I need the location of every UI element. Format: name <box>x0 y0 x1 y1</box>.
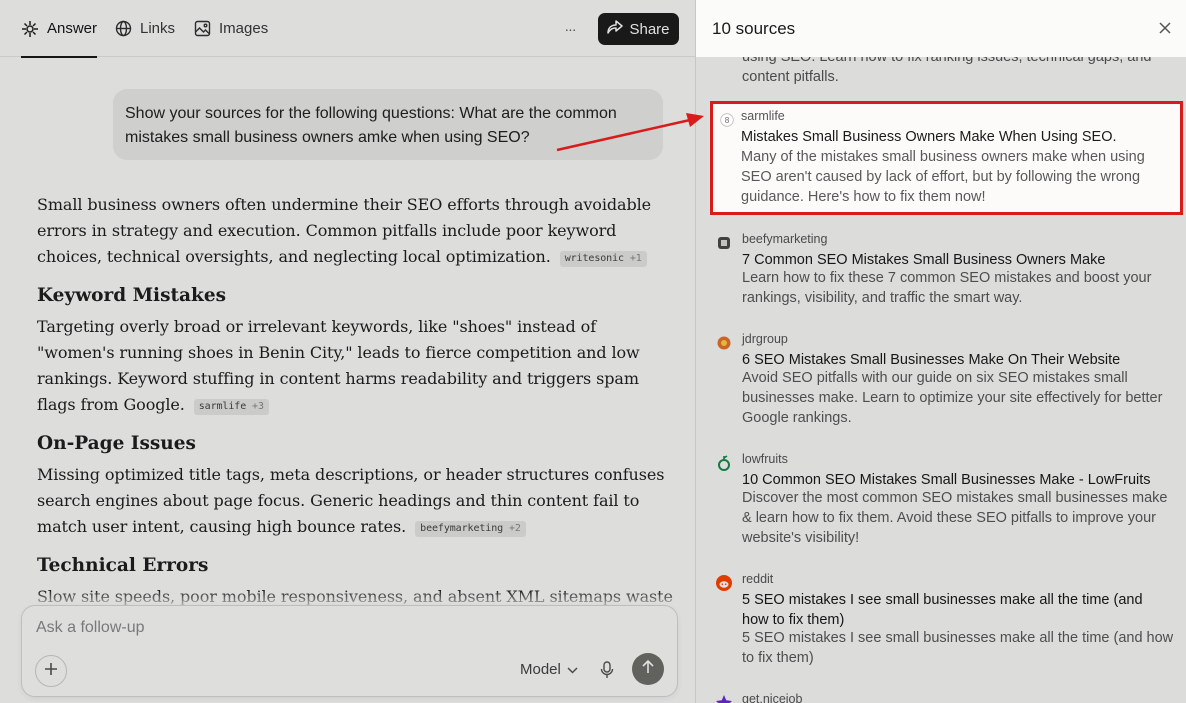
answer-intro: Small business owners often undermine th… <box>37 192 667 270</box>
source-title: 7 Common SEO Mistakes Small Business Own… <box>742 252 1106 268</box>
source-domain: get.nicejob <box>742 692 803 703</box>
answer-intro-text: Small business owners often undermine th… <box>37 195 651 266</box>
source-item[interactable]: beefymarketing 7 Common SEO Mistakes Sma… <box>712 232 1172 312</box>
source-domain: beefymarketing <box>742 232 828 246</box>
sarmlife-favicon: 8 <box>719 112 735 128</box>
svg-text:8: 8 <box>724 116 729 125</box>
followup-input[interactable] <box>36 619 636 637</box>
share-button[interactable]: Share <box>598 13 679 45</box>
nicejob-favicon <box>716 695 732 703</box>
more-options-button[interactable]: ··· <box>555 16 585 42</box>
citation-source: sarmlife <box>198 401 247 412</box>
section-heading: On-Page Issues <box>37 433 196 454</box>
source-domain: reddit <box>742 572 774 586</box>
citation-badge[interactable]: sarmlife +3 <box>193 399 269 415</box>
section-heading: Technical Errors <box>37 555 209 576</box>
arrow-up-icon <box>642 659 654 679</box>
section-text: Targeting overly broad or irrelevant key… <box>37 314 667 418</box>
model-label: Model <box>520 661 561 678</box>
jdrgroup-favicon <box>716 335 732 351</box>
sources-title: 10 sources <box>712 19 796 38</box>
close-button[interactable] <box>1159 21 1171 39</box>
source-item[interactable]: lowfruits 10 Common SEO Mistakes Small B… <box>712 452 1172 552</box>
source-description: Many of the mistakes small business owne… <box>741 149 1145 205</box>
source-title: Mistakes Small Business Owners Make When… <box>741 129 1117 145</box>
answer-icon <box>21 20 39 38</box>
source-domain: sarmlife <box>741 109 785 123</box>
source-title: 6 SEO Mistakes Small Businesses Make On … <box>742 352 1121 368</box>
source-item[interactable]: jdrgroup 6 SEO Mistakes Small Businesses… <box>712 332 1172 432</box>
citation-badge[interactable]: beefymarketing +2 <box>415 521 526 537</box>
lowfruits-favicon <box>716 455 732 471</box>
model-selector[interactable]: Model <box>520 661 578 678</box>
microphone-button[interactable] <box>600 661 614 684</box>
answer-pane: Answer Links Images ··· Share Show your … <box>0 0 695 703</box>
source-domain: jdrgroup <box>742 332 788 346</box>
citation-count: +2 <box>508 523 521 534</box>
source-title: 10 Common SEO Mistakes Small Businesses … <box>742 472 1151 488</box>
tab-bar: Answer Links Images ··· Share <box>0 0 695 58</box>
send-button[interactable] <box>632 653 664 685</box>
citation-source: beefymarketing <box>420 523 504 534</box>
tab-images-label: Images <box>219 20 269 37</box>
tab-links-label: Links <box>140 20 176 37</box>
followup-box: Model <box>21 605 678 697</box>
source-description: Learn how to fix these 7 common SEO mist… <box>742 270 1152 306</box>
section-text-body: Targeting overly broad or irrelevant key… <box>37 317 640 414</box>
source-item[interactable]: 8 sarmlife Mistakes Small Business Owner… <box>713 109 1173 209</box>
source-item[interactable]: reddit 5 SEO mistakes I see small busine… <box>712 572 1174 672</box>
user-question-bubble: Show your sources for the following ques… <box>113 89 663 160</box>
beefymarketing-favicon <box>716 235 732 251</box>
microphone-icon <box>600 661 614 683</box>
citation-badge[interactable]: writesonic +1 <box>559 251 647 267</box>
reddit-favicon <box>716 575 732 591</box>
attach-button[interactable] <box>35 655 67 687</box>
source-description: Avoid SEO pitfalls with our guide on six… <box>742 370 1163 426</box>
source-item[interactable]: get.nicejob <box>712 692 1172 703</box>
section-heading: Keyword Mistakes <box>37 285 227 306</box>
plus-icon <box>44 662 58 681</box>
share-label: Share <box>629 20 670 38</box>
image-icon <box>194 20 211 37</box>
section-text: Missing optimized title tags, meta descr… <box>37 462 667 540</box>
sources-header: 10 sources <box>696 0 1186 57</box>
tab-answer[interactable]: Answer <box>21 0 98 58</box>
answer-body: Small business owners often undermine th… <box>37 192 673 610</box>
chevron-down-icon <box>567 661 578 678</box>
citation-source: writesonic <box>564 253 624 264</box>
citation-count: +1 <box>629 253 642 264</box>
share-icon <box>607 20 624 38</box>
close-icon <box>1159 21 1171 38</box>
source-title: 5 SEO mistakes I see small businesses ma… <box>742 592 1143 628</box>
highlighted-source-item[interactable]: 8 sarmlife Mistakes Small Business Owner… <box>710 101 1183 215</box>
source-description: Discover the most common SEO mistakes sm… <box>742 490 1168 546</box>
section-text-body: Missing optimized title tags, meta descr… <box>37 465 665 536</box>
citation-count: +3 <box>252 401 264 412</box>
tab-images[interactable]: Images <box>194 0 268 57</box>
tab-answer-label: Answer <box>47 20 98 37</box>
tab-links[interactable]: Links <box>115 0 175 57</box>
globe-icon <box>115 20 132 37</box>
source-domain: lowfruits <box>742 452 788 466</box>
ellipsis-icon: ··· <box>564 21 577 37</box>
source-description: 5 SEO mistakes I see small businesses ma… <box>742 630 1174 666</box>
